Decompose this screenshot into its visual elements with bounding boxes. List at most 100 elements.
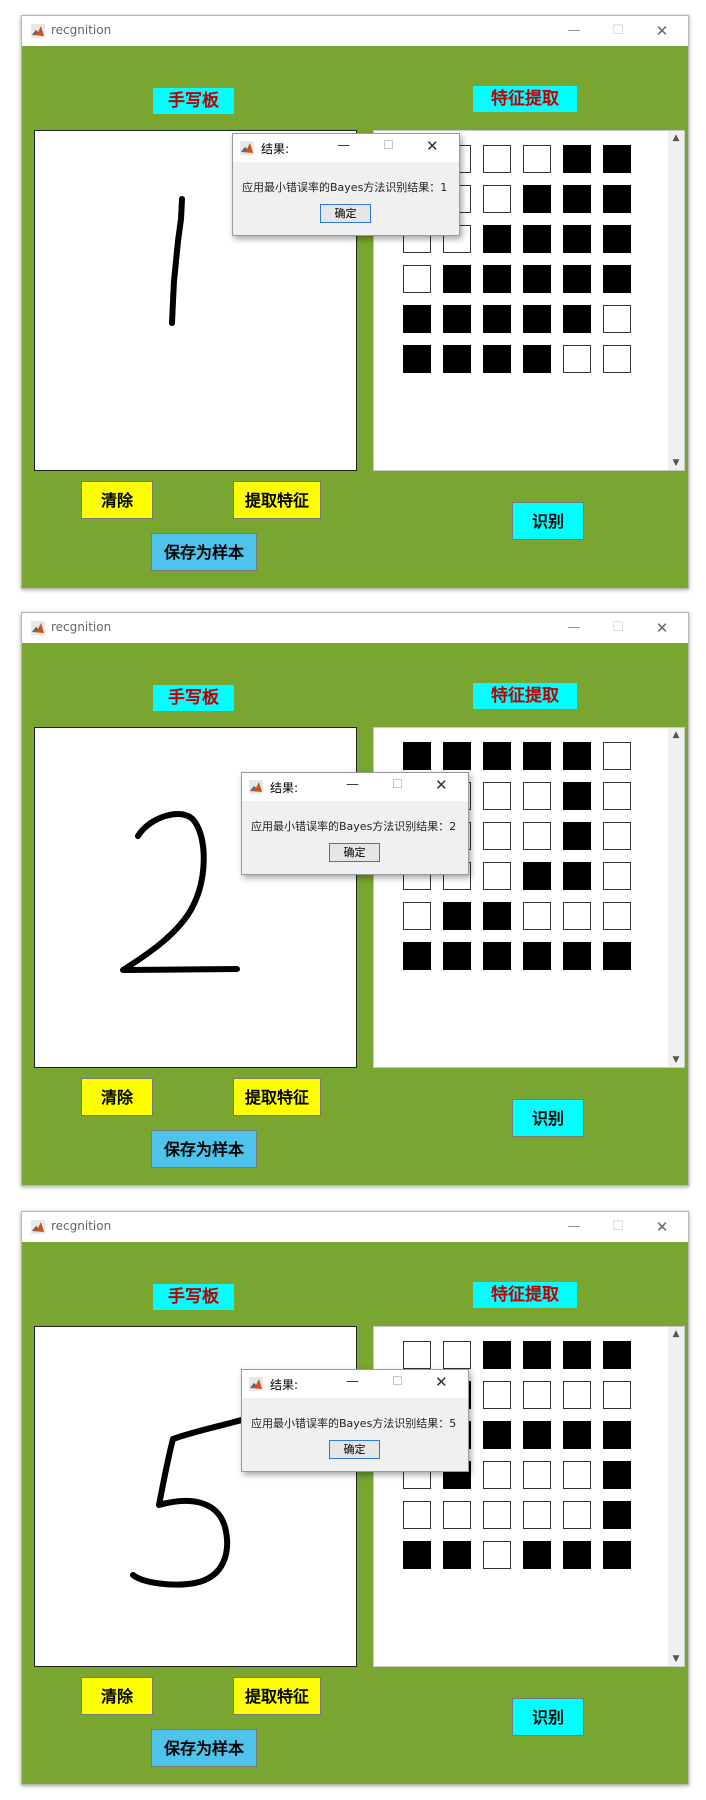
feature-cell xyxy=(603,1541,631,1569)
feature-cell xyxy=(443,265,471,293)
handwriting-board-label: 手写板 xyxy=(153,685,234,711)
minimize-button[interactable]: — xyxy=(552,1212,596,1242)
maximize-button[interactable]: ☐ xyxy=(596,16,640,46)
feature-cell xyxy=(403,1341,431,1369)
maximize-button[interactable]: ☐ xyxy=(596,613,640,643)
ok-button[interactable]: 确定 xyxy=(329,843,380,862)
handwritten-digit-stroke xyxy=(130,1416,248,1588)
recognition-window-3: recgnition — ☐ ✕ 手写板 特征提取 ▲ ▼ 清除 提取特征 保存… xyxy=(21,1211,689,1785)
feature-cell xyxy=(483,1421,511,1449)
dialog-title-bar: 结果: — ☐ ✕ xyxy=(242,773,468,801)
handwritten-digit-stroke xyxy=(169,196,185,326)
vertical-scrollbar[interactable]: ▲ ▼ xyxy=(668,1327,684,1666)
scroll-down-arrow-icon[interactable]: ▼ xyxy=(668,1652,684,1666)
dialog-maximize-button[interactable]: ☐ xyxy=(392,1374,403,1388)
dialog-close-button[interactable]: ✕ xyxy=(435,776,448,794)
feature-cell xyxy=(523,902,551,930)
save-as-sample-button[interactable]: 保存为样本 xyxy=(151,1130,257,1168)
ok-button[interactable]: 确定 xyxy=(329,1440,380,1459)
feature-cell xyxy=(523,185,551,213)
feature-cell xyxy=(603,902,631,930)
scroll-up-arrow-icon[interactable]: ▲ xyxy=(668,131,684,145)
dialog-title: 结果: xyxy=(261,142,290,156)
feature-cell xyxy=(603,345,631,373)
feature-cell xyxy=(403,1501,431,1529)
matlab-icon xyxy=(240,141,254,155)
feature-cell xyxy=(523,1381,551,1409)
recognize-button[interactable]: 识别 xyxy=(512,1698,584,1736)
title-bar: recgnition — ☐ ✕ xyxy=(22,16,688,46)
feature-cell xyxy=(443,345,471,373)
recognize-button[interactable]: 识别 xyxy=(512,1099,584,1137)
feature-cell xyxy=(523,225,551,253)
feature-cell xyxy=(443,942,471,970)
dialog-message: 应用最小错误率的Bayes方法识别结果：5 xyxy=(251,1417,457,1430)
feature-cell xyxy=(563,742,591,770)
matlab-icon xyxy=(31,621,45,635)
feature-cell xyxy=(563,1501,591,1529)
feature-cell xyxy=(443,742,471,770)
feature-cell xyxy=(403,265,431,293)
handwriting-board-label: 手写板 xyxy=(153,88,234,114)
minimize-button[interactable]: — xyxy=(552,16,596,46)
feature-cell xyxy=(563,225,591,253)
save-as-sample-button[interactable]: 保存为样本 xyxy=(151,1729,257,1767)
feature-cell xyxy=(603,1461,631,1489)
close-button[interactable]: ✕ xyxy=(640,1212,684,1242)
feature-cell xyxy=(483,782,511,810)
close-button[interactable]: ✕ xyxy=(640,613,684,643)
dialog-maximize-button[interactable]: ☐ xyxy=(392,777,403,791)
feature-cell xyxy=(563,782,591,810)
dialog-title: 结果: xyxy=(270,781,299,795)
dialog-message: 应用最小错误率的Bayes方法识别结果：2 xyxy=(251,820,457,833)
feature-cell xyxy=(483,742,511,770)
scroll-up-arrow-icon[interactable]: ▲ xyxy=(668,1327,684,1341)
close-button[interactable]: ✕ xyxy=(640,16,684,46)
dialog-minimize-button[interactable]: — xyxy=(346,1374,359,1389)
extract-features-button[interactable]: 提取特征 xyxy=(233,481,321,519)
clear-button[interactable]: 清除 xyxy=(81,1677,153,1715)
ok-button[interactable]: 确定 xyxy=(320,204,371,223)
feature-cell xyxy=(483,1501,511,1529)
dialog-maximize-button[interactable]: ☐ xyxy=(383,138,394,152)
feature-cell xyxy=(603,145,631,173)
dialog-minimize-button[interactable]: — xyxy=(346,777,359,792)
feature-cell xyxy=(563,1381,591,1409)
save-as-sample-button[interactable]: 保存为样本 xyxy=(151,533,257,571)
feature-cell xyxy=(483,185,511,213)
vertical-scrollbar[interactable]: ▲ ▼ xyxy=(668,131,684,470)
feature-cell xyxy=(523,305,551,333)
feature-cell xyxy=(563,305,591,333)
clear-button[interactable]: 清除 xyxy=(81,1078,153,1116)
feature-cell xyxy=(403,902,431,930)
extract-features-button[interactable]: 提取特征 xyxy=(233,1078,321,1116)
maximize-button[interactable]: ☐ xyxy=(596,1212,640,1242)
feature-cell xyxy=(403,1541,431,1569)
feature-cell xyxy=(563,145,591,173)
vertical-scrollbar[interactable]: ▲ ▼ xyxy=(668,728,684,1067)
scroll-down-arrow-icon[interactable]: ▼ xyxy=(668,456,684,470)
feature-cell xyxy=(523,145,551,173)
minimize-button[interactable]: — xyxy=(552,613,596,643)
handwriting-board-label: 手写板 xyxy=(153,1284,234,1310)
feature-cell xyxy=(523,822,551,850)
dialog-close-button[interactable]: ✕ xyxy=(435,1373,448,1391)
result-dialog: 结果: — ☐ ✕ 应用最小错误率的Bayes方法识别结果：1 确定 xyxy=(232,133,460,236)
scroll-up-arrow-icon[interactable]: ▲ xyxy=(668,728,684,742)
feature-cell xyxy=(483,225,511,253)
result-dialog: 结果: — ☐ ✕ 应用最小错误率的Bayes方法识别结果：5 确定 xyxy=(241,1369,469,1472)
feature-cell xyxy=(483,1541,511,1569)
recognize-button[interactable]: 识别 xyxy=(512,502,584,540)
feature-cell xyxy=(483,822,511,850)
feature-cell xyxy=(603,1341,631,1369)
extract-features-button[interactable]: 提取特征 xyxy=(233,1677,321,1715)
feature-cell xyxy=(523,1341,551,1369)
dialog-minimize-button[interactable]: — xyxy=(337,138,350,153)
feature-cell xyxy=(403,742,431,770)
feature-cell xyxy=(443,1541,471,1569)
clear-button[interactable]: 清除 xyxy=(81,481,153,519)
feature-extraction-label: 特征提取 xyxy=(473,683,577,709)
scroll-down-arrow-icon[interactable]: ▼ xyxy=(668,1053,684,1067)
window-title: recgnition xyxy=(51,23,112,37)
dialog-close-button[interactable]: ✕ xyxy=(426,137,439,155)
